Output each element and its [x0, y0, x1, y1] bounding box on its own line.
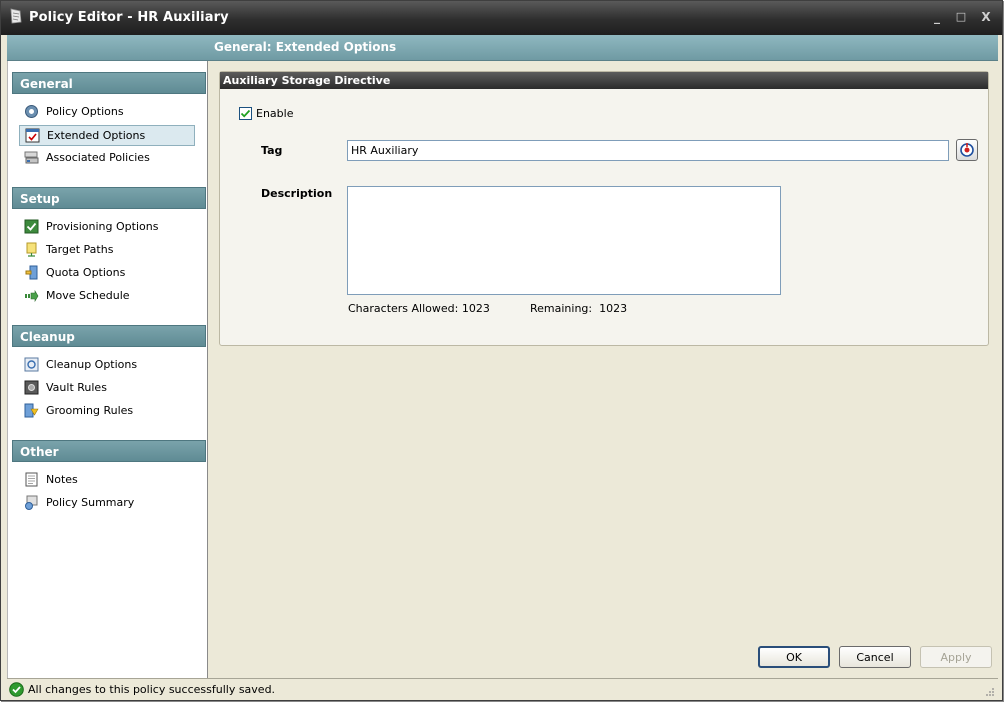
grooming-icon	[24, 403, 39, 418]
sidebar-item-label: Associated Policies	[46, 151, 150, 164]
sidebar-item-label: Notes	[46, 473, 78, 486]
characters-remaining: Remaining: 1023	[530, 302, 628, 315]
quota-icon	[25, 265, 38, 280]
sidebar-item-policy-summary[interactable]: Policy Summary	[19, 493, 195, 514]
apply-button[interactable]: Apply	[920, 646, 992, 668]
sidebar-item-label: Move Schedule	[46, 289, 130, 302]
maximize-button[interactable]: □	[953, 10, 969, 23]
sidebar-item-notes[interactable]: Notes	[19, 470, 195, 491]
enable-checkbox[interactable]	[239, 107, 252, 120]
sidebar-item-label: Quota Options	[46, 266, 126, 279]
sidebar-item-label: Provisioning Options	[46, 220, 159, 233]
enable-label: Enable	[256, 107, 294, 120]
title-bar[interactable]: Policy Editor - HR Auxiliary _ □ X	[1, 1, 1002, 35]
section-other: Other	[12, 440, 206, 462]
section-cleanup: Cleanup	[12, 325, 206, 347]
group-title: Auxiliary Storage Directive	[220, 72, 988, 89]
target-paths-icon	[26, 242, 37, 257]
cleanup-icon	[24, 357, 39, 372]
sidebar-item-label: Vault Rules	[46, 381, 107, 394]
page-header: General: Extended Options	[7, 35, 998, 61]
sidebar-item-move-schedule[interactable]: Move Schedule	[19, 286, 195, 307]
sidebar-item-quota-options[interactable]: Quota Options	[19, 263, 195, 284]
ok-button[interactable]: OK	[758, 646, 830, 668]
extended-options-icon	[25, 128, 40, 143]
notes-icon	[25, 472, 38, 487]
sidebar-item-extended-options[interactable]: Extended Options	[19, 125, 195, 146]
tag-label: Tag	[261, 144, 283, 157]
section-general: General	[12, 72, 206, 94]
checkmark-icon	[240, 109, 251, 118]
characters-allowed: Characters Allowed: 1023	[348, 302, 490, 315]
policy-app-icon	[10, 8, 22, 24]
sidebar-item-label: Policy Options	[46, 105, 124, 118]
policy-editor-window: Policy Editor - HR Auxiliary _ □ X Gener…	[0, 0, 1003, 701]
main-panel: Auxiliary Storage Directive Enable Tag H…	[209, 61, 998, 678]
description-label: Description	[261, 187, 333, 200]
tag-input[interactable]: HR Auxiliary	[347, 140, 949, 161]
status-message: All changes to this policy successfully …	[28, 683, 276, 696]
target-pick-icon	[960, 143, 974, 157]
sidebar-item-provisioning-options[interactable]: Provisioning Options	[19, 217, 195, 238]
status-bar: All changes to this policy successfully …	[7, 678, 998, 700]
move-arrow-icon	[25, 289, 39, 303]
sidebar-item-policy-options[interactable]: Policy Options	[19, 102, 195, 123]
description-textarea[interactable]	[347, 186, 781, 295]
gear-icon	[25, 105, 38, 118]
page-title: General: Extended Options	[214, 40, 397, 54]
policy-summary-icon	[25, 495, 38, 510]
sidebar-item-cleanup-options[interactable]: Cleanup Options	[19, 355, 195, 376]
sidebar: General Policy Options Extended Options …	[7, 61, 208, 678]
sidebar-item-label: Policy Summary	[46, 496, 135, 509]
cancel-button[interactable]: Cancel	[839, 646, 911, 668]
resize-grip-icon[interactable]	[985, 687, 995, 697]
sidebar-item-label: Cleanup Options	[46, 358, 138, 371]
auxiliary-storage-group: Auxiliary Storage Directive Enable Tag H…	[219, 71, 989, 346]
success-check-icon	[9, 682, 24, 697]
sidebar-item-label: Target Paths	[46, 243, 114, 256]
tag-picker-button[interactable]	[956, 139, 978, 161]
sidebar-item-grooming-rules[interactable]: Grooming Rules	[19, 401, 195, 422]
section-setup: Setup	[12, 187, 206, 209]
associated-policies-icon	[24, 151, 39, 164]
close-button[interactable]: X	[978, 10, 994, 24]
sidebar-item-label: Extended Options	[47, 129, 146, 142]
window-title: Policy Editor - HR Auxiliary	[29, 10, 229, 25]
sidebar-item-target-paths[interactable]: Target Paths	[19, 240, 195, 261]
minimize-button[interactable]: _	[929, 10, 945, 24]
vault-icon	[24, 380, 39, 395]
sidebar-item-vault-rules[interactable]: Vault Rules	[19, 378, 195, 399]
sidebar-item-label: Grooming Rules	[46, 404, 134, 417]
sidebar-item-associated-policies[interactable]: Associated Policies	[19, 148, 195, 169]
checkmark-icon	[24, 219, 39, 234]
